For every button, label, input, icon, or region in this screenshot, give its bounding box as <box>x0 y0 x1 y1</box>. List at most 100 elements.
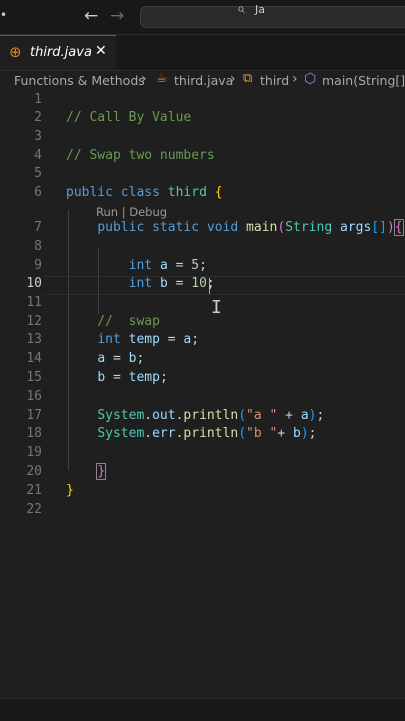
code-line[interactable]: } <box>66 483 74 498</box>
breadcrumb-folder[interactable]: Functions & Methods <box>14 73 145 88</box>
code-line[interactable]: System.err.println("b "+ b); <box>66 426 316 441</box>
code-token: a <box>159 258 168 273</box>
code-line[interactable]: int temp = a; <box>66 332 199 347</box>
code-line[interactable]: public class third { <box>66 185 223 200</box>
code-token: ; <box>136 351 145 366</box>
command-center-search[interactable] <box>140 6 405 28</box>
code-line[interactable]: // Swap two numbers <box>66 148 215 163</box>
line-number[interactable]: 19 <box>0 445 42 460</box>
code-token: [] <box>371 220 387 235</box>
code-line[interactable]: int b = 10; <box>66 276 215 291</box>
line-number[interactable]: 7 <box>0 220 42 235</box>
search-icon[interactable]: ⌕ <box>237 1 245 17</box>
chevron-right-icon: › <box>230 71 236 87</box>
code-line[interactable]: } <box>66 463 107 480</box>
code-token: public <box>97 220 145 235</box>
forward-arrow-icon[interactable]: → <box>110 6 124 26</box>
back-arrow-icon[interactable]: ← <box>84 6 98 26</box>
code-line[interactable]: b = temp; <box>66 370 168 385</box>
menu-icon[interactable]: • <box>0 8 7 22</box>
code-line[interactable]: int a = 5; <box>66 258 207 273</box>
code-token: "b " <box>246 426 278 441</box>
search-text[interactable]: Ja <box>255 3 265 16</box>
code-token: } <box>96 463 107 480</box>
line-number[interactable]: 2 <box>0 110 42 125</box>
code-token: int <box>97 332 121 347</box>
tab-third-java[interactable]: ⊕ third.java ✕ <box>0 35 116 70</box>
code-token: int <box>128 258 153 273</box>
chevron-right-icon: › <box>141 71 147 87</box>
method-icon: ⬡ <box>304 71 317 87</box>
breadcrumb-file[interactable]: third.java <box>174 73 233 88</box>
close-icon[interactable]: ✕ <box>95 43 107 59</box>
code-token: . <box>144 408 153 423</box>
line-number[interactable]: 22 <box>0 502 42 517</box>
code-token: // Swap two numbers <box>66 148 215 163</box>
code-line[interactable]: a = b; <box>66 351 144 366</box>
line-number[interactable]: 6 <box>0 185 42 200</box>
code-token: ) <box>300 426 309 441</box>
code-token: println <box>183 426 239 441</box>
line-number[interactable]: 4 <box>0 148 42 163</box>
code-token: { <box>214 185 223 200</box>
line-number[interactable]: 13 <box>0 332 42 347</box>
line-number[interactable]: 16 <box>0 389 42 404</box>
code-token: = <box>105 351 129 366</box>
code-token: = <box>167 258 192 273</box>
code-line[interactable]: System.out.println("a " + a); <box>66 408 324 423</box>
line-number[interactable]: 12 <box>0 314 42 329</box>
code-token: + <box>277 408 301 423</box>
line-number[interactable]: 11 <box>0 295 42 310</box>
code-token: args <box>339 220 372 235</box>
code-token: } <box>66 483 74 498</box>
code-token: ) <box>308 408 317 423</box>
line-number[interactable]: 9 <box>0 258 42 273</box>
line-number[interactable]: 10 <box>0 276 42 291</box>
code-line[interactable]: // swap <box>66 314 160 329</box>
code-token: = <box>105 370 129 385</box>
code-token: err <box>152 426 176 441</box>
code-token: ; <box>159 370 168 385</box>
breadcrumb-class[interactable]: third <box>260 73 289 88</box>
line-number[interactable]: 3 <box>0 129 42 144</box>
line-number[interactable]: 14 <box>0 351 42 366</box>
line-number[interactable]: 1 <box>0 92 42 107</box>
code-token: third <box>167 185 207 200</box>
line-number[interactable]: 15 <box>0 370 42 385</box>
code-line[interactable]: public static void main(String args[]){ <box>66 219 404 236</box>
line-number[interactable]: 21 <box>0 483 42 498</box>
code-token: class <box>120 185 160 200</box>
line-number[interactable]: 5 <box>0 166 42 181</box>
code-token: . <box>144 426 153 441</box>
tab-bar: ⊕ third.java ✕ <box>0 35 405 71</box>
code-token: ; <box>191 332 200 347</box>
code-token: static <box>152 220 200 235</box>
code-token: b <box>293 426 301 441</box>
code-token: b <box>97 370 106 385</box>
code-token: public <box>66 185 113 200</box>
chevron-right-icon: › <box>292 71 298 87</box>
line-number[interactable]: 18 <box>0 426 42 441</box>
line-number[interactable]: 20 <box>0 464 42 479</box>
code-token: a <box>300 408 309 423</box>
code-token: // swap <box>66 314 160 329</box>
codelens-run-debug[interactable]: Run | Debug <box>96 205 167 219</box>
code-line[interactable]: // Call By Value <box>66 110 191 125</box>
line-number[interactable]: 8 <box>0 239 42 254</box>
code-token: { <box>393 219 404 236</box>
code-editor[interactable]: Run | Debug I 1 2// Call By Value 3 4// Swa… <box>0 92 405 692</box>
code-token: String <box>285 220 333 235</box>
line-number[interactable]: 17 <box>0 408 42 423</box>
breadcrumb-method[interactable]: main(String[]) <box>322 73 405 88</box>
